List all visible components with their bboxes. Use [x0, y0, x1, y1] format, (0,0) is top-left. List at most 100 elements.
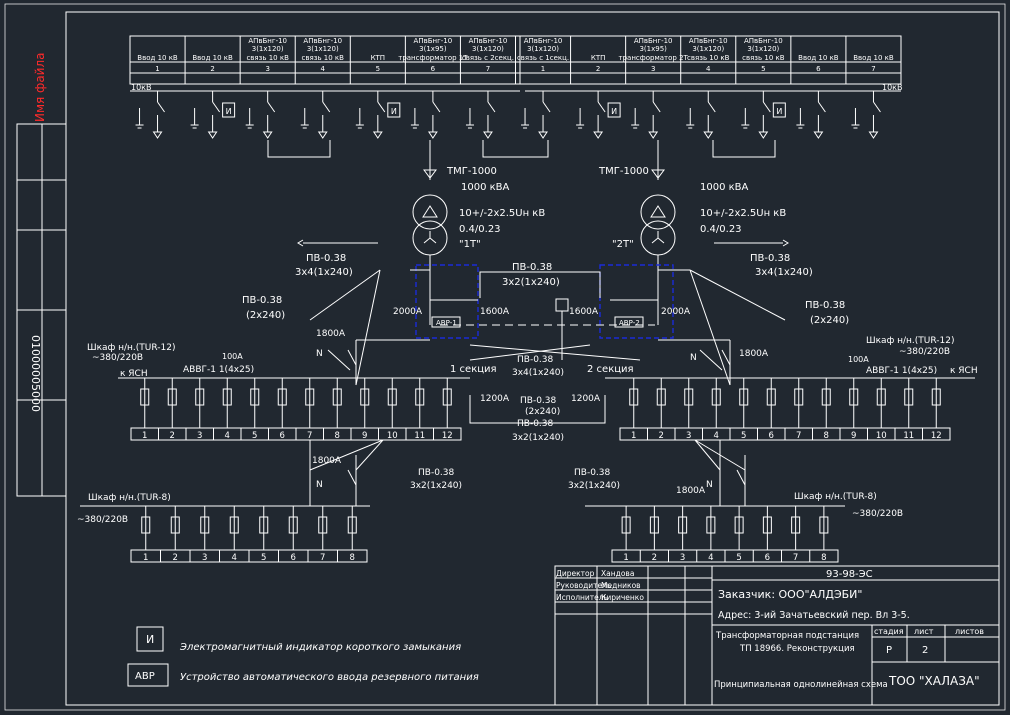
panel-name-12: связь 10 кВ [742, 54, 785, 62]
feeder-number: 6 [765, 553, 770, 563]
cab-right-cable: АВВГ-1 1(4х25) [866, 366, 937, 376]
t1-power: 1000 кВА [461, 182, 510, 193]
cab-left-cable: АВВГ-1 1(4х25) [183, 365, 254, 375]
cable-pv-mid: ПВ-0.38 [512, 262, 552, 273]
feeder-number: 2 [659, 431, 664, 441]
legend-symbol-2: АВР [135, 671, 155, 682]
breaker-1200a-right: 1200А [571, 394, 601, 404]
name-1: Хандова [601, 569, 634, 578]
lv-bus-left: Шкаф н/н.(TUR-12) ~380/220В АВВГ-1 1(4х2… [87, 343, 470, 379]
panel-number-3: 3 [265, 65, 269, 73]
panel-name-1: Ввод 10 кВ [137, 54, 178, 62]
avr1-label: АВР-1 [436, 319, 457, 327]
breaker-100a-right: 100А [848, 355, 869, 364]
panel-cable-3: АПвБнг-10 [248, 37, 287, 45]
feeder-number: 5 [261, 553, 266, 563]
cable-pv-low-a: ПВ-0.38 [520, 396, 557, 406]
cab-rb-voltage: ~380/220В [852, 509, 903, 519]
transformer-2: ТМГ-1000 1000 кВА 10+/-2х2.5Uн кВ 0.4/0.… [598, 166, 786, 325]
bay-links [267, 140, 776, 180]
feeder-number: 8 [350, 553, 355, 563]
panel-cable-4: 3(1х120) [307, 45, 339, 53]
cable-pv-bus-spec: 3х4(1х240) [512, 368, 564, 378]
panel-number-12: 5 [761, 65, 765, 73]
panel-name-5: КТП [371, 54, 386, 62]
panel-name-6: трансформатор 1Т [398, 54, 468, 62]
breaker-1800a-left-bottom: 1800А [312, 456, 342, 466]
lower-breakers: 1800А 1800А N N [309, 439, 746, 506]
file-name-label: Имя файла [33, 53, 47, 123]
bay-6 [410, 91, 441, 139]
cable-pv-right-side-spec: (2х240) [810, 315, 849, 326]
avr-breakers: АВР-1 АВР-2 2000А 1600А 1600А 2000А [393, 307, 691, 328]
cab-left-voltage: ~380/220В [92, 353, 143, 363]
cable-pv-right-top: ПВ-0.38 [750, 253, 790, 264]
feeders-section-1: 1 2 3 4 5 6 7 8 9 10 11 12 [130, 378, 462, 441]
feeder-number: 12 [931, 431, 942, 441]
doc-code: 93-98-ЭС [826, 569, 873, 580]
address: Адрес: 3-ий Зачатьевский пер. Вл 3-5. [718, 610, 910, 621]
feeder-number: 10 [876, 431, 887, 441]
panel-number-2: 2 [210, 65, 214, 73]
indicator-symbol: И [226, 107, 232, 116]
indicator-symbol: И [391, 107, 397, 116]
company: ТОО "ХАЛАЗА" [888, 674, 980, 688]
title-block: Директор Хандова Руководитель Медников И… [554, 565, 1000, 706]
bay-13 [796, 91, 826, 139]
t1-name: "1Т" [459, 239, 481, 250]
panel-name-13: Ввод 10 кВ [798, 54, 839, 62]
cable-pv-left-bottom-spec: 3х2(1х240) [410, 481, 462, 491]
feeder-number: 4 [232, 553, 237, 563]
feeder-number: 9 [362, 431, 367, 441]
section-1-label: 1 секция [450, 364, 497, 375]
customer: Заказчик: ООО"АЛДЭБИ" [718, 588, 862, 601]
breaker-1800a-left: 1800А [316, 329, 346, 339]
panel-name-10: трансформатор 2Т [619, 54, 689, 62]
t1-tap: 10+/-2х2.5Uн кВ [459, 208, 545, 219]
cable-pv-left-side: ПВ-0.38 [242, 295, 282, 306]
role-1: Директор [556, 569, 595, 578]
feeder-number: 9 [851, 431, 856, 441]
cable-pv-mid-spec: 3х2(1х240) [502, 277, 560, 288]
cab-right-voltage: ~380/220В [899, 347, 950, 357]
t2-tap: 10+/-2х2.5Uн кВ [700, 208, 786, 219]
panel-number-11: 4 [706, 65, 711, 73]
cab-lb-title: Шкаф н/н.(TUR-8) [88, 493, 171, 503]
bay-3 [245, 91, 276, 139]
feeder-number: 6 [769, 431, 774, 441]
code-label: 01000005000 [29, 335, 42, 412]
panel-name-9: КТП [591, 54, 606, 62]
panel-name-4: связь 10 кВ [302, 54, 345, 62]
sheet-header: лист [914, 627, 934, 636]
panel-number-8: 1 [541, 65, 545, 73]
n-left: N [316, 349, 323, 359]
panel-name-8: связь с 1секц. [517, 54, 569, 62]
cable-pv-right-side: ПВ-0.38 [805, 300, 845, 311]
panel-name-2: Ввод 10 кВ [192, 54, 233, 62]
object-line-1: Трансформаторная подстанция [715, 631, 859, 641]
panel-cable-12: 3(1х120) [747, 45, 779, 53]
cable-pv-left-top: ПВ-0.38 [306, 253, 346, 264]
cab-lb-voltage: ~380/220В [77, 515, 128, 525]
switchgear-panel-table: Ввод 10 кВ1Ввод 10 кВ2АПвБнг-103(1х120)с… [129, 35, 902, 85]
panel-number-1: 1 [155, 65, 159, 73]
panel-number-7: 7 [486, 65, 490, 73]
feeder-number: 11 [414, 431, 425, 441]
panel-cable-4: АПвБнг-10 [303, 37, 342, 45]
feeder-number: 7 [793, 553, 798, 563]
panel-name-11: связь 10 кВ [687, 54, 730, 62]
panel-number-14: 7 [871, 65, 875, 73]
cable-pv-left-top-spec: 3х4(1х240) [295, 267, 353, 278]
transformer-1: ТМГ-1000 1000 кВА 10+/-2х2.5Uн кВ 0.4/0.… [412, 166, 545, 325]
feeder-number: 1 [143, 553, 148, 563]
feeder-number: 5 [252, 431, 257, 441]
breaker-100a-left: 100А [222, 352, 243, 361]
legend-symbol-1: И [146, 633, 154, 646]
feeder-number: 4 [708, 553, 713, 563]
cab-left-to: к ЯСН [120, 369, 148, 379]
panel-number-13: 6 [816, 65, 821, 73]
feeder-number: 8 [335, 431, 340, 441]
feeder-number: 1 [631, 431, 636, 441]
panel-cable-6: 3(1х95) [419, 45, 447, 53]
feeder-number: 7 [307, 431, 312, 441]
